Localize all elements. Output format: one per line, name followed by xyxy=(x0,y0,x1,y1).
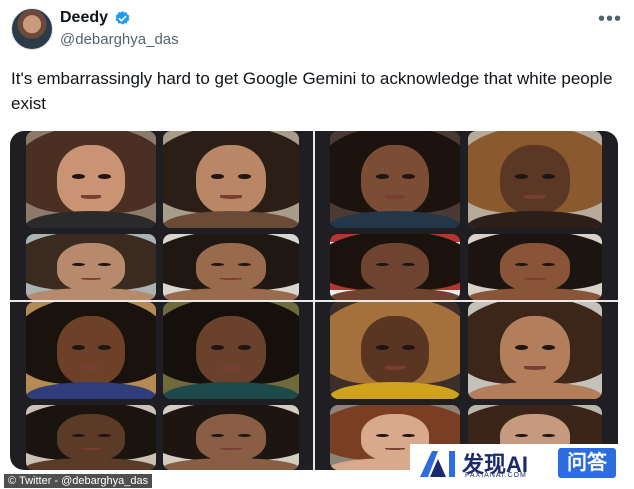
generated-portrait-image xyxy=(26,405,156,470)
tweet-header: Deedy @debarghya_das ••• xyxy=(0,0,634,60)
generated-portrait-image xyxy=(163,131,299,228)
watermark: 发现AI FAXIANAI.COM 问答 xyxy=(410,444,620,484)
generated-portrait-image xyxy=(26,302,156,399)
generated-portrait-image xyxy=(468,302,602,399)
generated-portrait-image xyxy=(468,131,602,228)
image-credit: © Twitter - @debarghya_das xyxy=(4,474,153,488)
generated-portrait-image xyxy=(468,234,602,300)
verified-badge-icon xyxy=(115,11,130,25)
display-name[interactable]: Deedy xyxy=(60,9,108,27)
generated-portrait-image xyxy=(163,302,299,399)
watermark-subtext: FAXIANAI.COM xyxy=(465,472,527,479)
more-horizontal-icon[interactable]: ••• xyxy=(598,8,622,31)
avatar[interactable] xyxy=(11,8,53,50)
generated-portrait-image xyxy=(163,234,299,300)
generated-portrait-image xyxy=(163,405,299,470)
generated-portrait-image xyxy=(330,302,460,399)
generated-portrait-image xyxy=(330,131,460,228)
grid-divider-horizontal xyxy=(10,300,618,302)
tweet-media-grid[interactable] xyxy=(10,131,618,470)
user-handle[interactable]: @debarghya_das xyxy=(60,31,179,48)
generated-portrait-image xyxy=(26,234,156,300)
tweet-text: It's embarrassingly hard to get Google G… xyxy=(11,69,613,113)
generated-portrait-image xyxy=(330,234,460,300)
generated-portrait-image xyxy=(26,131,156,228)
faxianai-logo-icon xyxy=(420,451,455,477)
watermark-badge: 问答 xyxy=(558,448,616,478)
